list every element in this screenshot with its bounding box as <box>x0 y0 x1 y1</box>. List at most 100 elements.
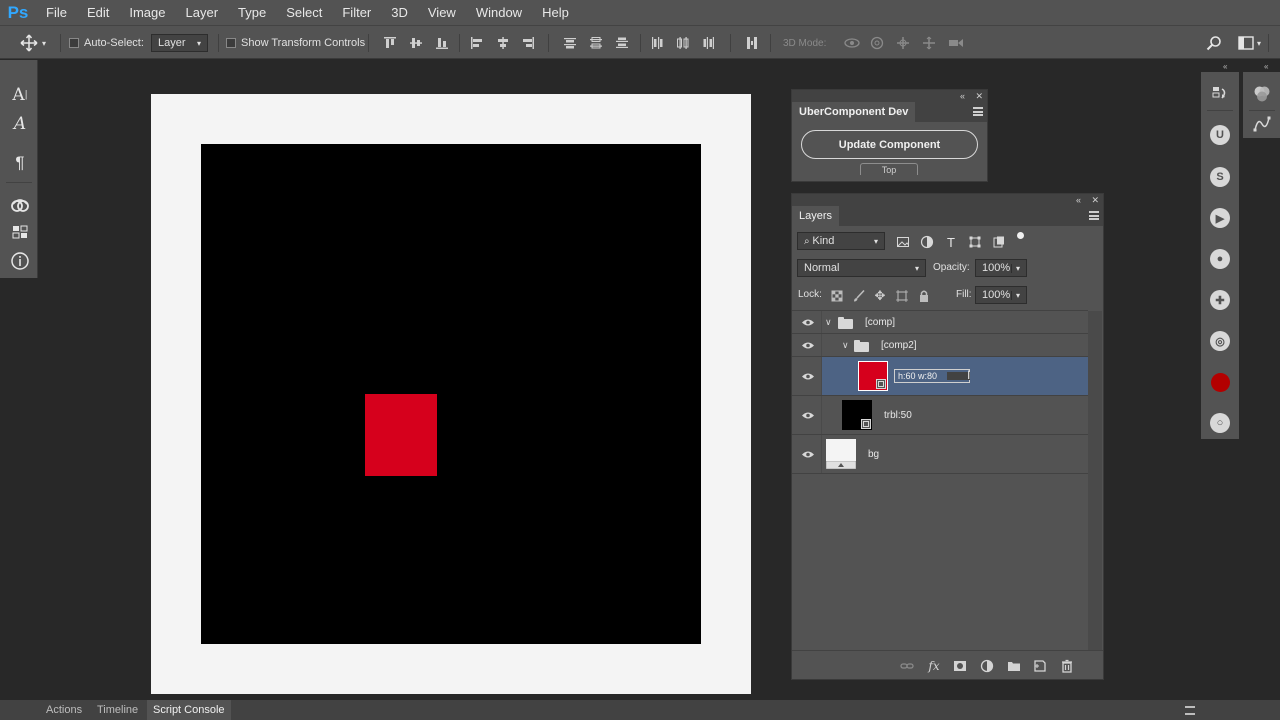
tab-ubercomponent-dev[interactable]: UberComponent Dev <box>792 102 916 122</box>
collapse-dock-icon[interactable]: « <box>1223 62 1227 71</box>
comp-shape-black[interactable] <box>201 144 701 644</box>
menu-help[interactable]: Help <box>532 0 579 25</box>
shape-filter-icon[interactable] <box>968 235 982 249</box>
channels-icon[interactable] <box>1252 84 1272 104</box>
document-canvas[interactable] <box>151 94 751 694</box>
new-layer-icon[interactable] <box>1033 659 1047 673</box>
menu-select[interactable]: Select <box>276 0 332 25</box>
menu-file[interactable]: File <box>36 0 77 25</box>
3d-pan-icon[interactable] <box>896 36 910 50</box>
filter-toggle-icon[interactable] <box>1017 232 1024 239</box>
visibility-toggle[interactable] <box>792 311 822 333</box>
record-icon[interactable] <box>1211 373 1230 392</box>
auto-select-dropdown[interactable]: Layer ▾ <box>151 34 208 52</box>
distribute-left-icon[interactable] <box>650 36 664 50</box>
type-filter-icon[interactable]: T <box>944 235 958 250</box>
update-component-button[interactable]: Update Component <box>801 130 978 159</box>
ubercomponent-icon[interactable]: U <box>1210 125 1230 145</box>
menu-layer[interactable]: Layer <box>176 0 229 25</box>
layer-row-black-shape[interactable]: trbl:50 <box>792 396 1088 435</box>
paragraph-icon[interactable]: ¶ <box>9 152 31 174</box>
3d-orbit-icon[interactable] <box>844 36 860 50</box>
chevron-down-icon[interactable]: ▾ <box>1257 26 1261 60</box>
user-icon[interactable]: ● <box>1210 249 1230 269</box>
distribute-top-icon[interactable] <box>563 36 577 50</box>
script-icon[interactable]: S <box>1210 167 1230 187</box>
visibility-toggle[interactable] <box>792 357 822 395</box>
fill-input[interactable]: 100% ▾ <box>975 286 1027 304</box>
menu-type[interactable]: Type <box>228 0 276 25</box>
new-group-icon[interactable] <box>1007 659 1021 673</box>
auto-select-checkbox[interactable]: Auto-Select: <box>69 26 144 60</box>
visibility-toggle[interactable] <box>792 435 822 473</box>
menu-window[interactable]: Window <box>466 0 532 25</box>
layer-filter-dropdown[interactable]: ⌕ Kind ▾ <box>797 232 885 250</box>
align-right-icon[interactable] <box>521 36 535 50</box>
trash-icon[interactable] <box>1060 659 1074 673</box>
image-filter-icon[interactable] <box>896 235 910 249</box>
auto-align-layers-icon[interactable] <box>745 36 759 50</box>
distribute-right-icon[interactable] <box>702 36 716 50</box>
close-icon[interactable]: ✕ <box>975 90 983 102</box>
layer-name-edit-field[interactable]: h:60 w:80 <box>894 369 970 383</box>
paths-icon[interactable] <box>1252 114 1272 134</box>
3d-slide-icon[interactable] <box>922 36 936 50</box>
distribute-horizontal-center-icon[interactable] <box>676 36 690 50</box>
collapse-dock-icon[interactable]: « <box>1264 62 1268 71</box>
link-layers-icon[interactable] <box>900 659 914 673</box>
menu-view[interactable]: View <box>418 0 466 25</box>
lock-transparent-icon[interactable] <box>830 289 844 303</box>
align-vertical-center-icon[interactable] <box>409 36 423 50</box>
top-option-button[interactable]: Top <box>860 163 918 175</box>
layer-row-red-shape[interactable]: h:60 w:80 I <box>792 357 1088 396</box>
info-icon[interactable] <box>9 250 31 272</box>
align-left-icon[interactable] <box>470 36 484 50</box>
character-panel-icon[interactable]: A | <box>9 84 31 106</box>
layer-row-comp[interactable]: ∨ [comp] <box>792 311 1088 334</box>
blend-mode-dropdown[interactable]: Normal ▾ <box>797 259 926 277</box>
menu-edit[interactable]: Edit <box>77 0 119 25</box>
align-horizontal-center-icon[interactable] <box>496 36 510 50</box>
lock-all-icon[interactable] <box>917 289 931 303</box>
panel-menu-icon[interactable] <box>973 107 983 116</box>
lock-pixels-icon[interactable] <box>852 289 866 303</box>
comp-shape-red[interactable] <box>365 394 437 476</box>
layers-scrollbar[interactable] <box>1088 311 1102 651</box>
close-icon[interactable]: ✕ <box>1091 194 1099 206</box>
smart-object-filter-icon[interactable] <box>992 235 1006 249</box>
expand-chevron-icon[interactable]: ∨ <box>825 317 832 328</box>
fx-icon[interactable]: fx <box>927 659 941 673</box>
expand-chevron-icon[interactable]: ∨ <box>842 340 849 351</box>
workspace-icon[interactable] <box>1238 36 1254 50</box>
menu-3d[interactable]: 3D <box>381 0 418 25</box>
panel-menu-icon[interactable] <box>1089 211 1099 220</box>
character-styles-icon[interactable]: A <box>9 113 31 135</box>
layer-row-comp2[interactable]: ∨ [comp2] <box>792 334 1088 357</box>
component-icon[interactable]: ✚ <box>1210 290 1230 310</box>
libraries-icon[interactable] <box>9 221 31 243</box>
collapse-panel-icon[interactable]: « <box>1076 194 1081 206</box>
tab-script-console[interactable]: Script Console <box>147 700 231 720</box>
history-icon[interactable] <box>1210 84 1230 104</box>
tab-layers[interactable]: Layers <box>792 206 840 226</box>
move-tool-preset[interactable]: ▾ <box>20 26 46 60</box>
opacity-input[interactable]: 100% ▾ <box>975 259 1027 277</box>
lock-artboard-icon[interactable] <box>895 289 909 303</box>
panel-menu-icon[interactable] <box>1185 706 1195 715</box>
creative-cloud-icon[interactable] <box>9 194 31 216</box>
menu-image[interactable]: Image <box>119 0 175 25</box>
play-icon[interactable]: ▶ <box>1210 208 1230 228</box>
target-icon[interactable]: ○ <box>1210 413 1230 433</box>
lock-position-icon[interactable]: ✥ <box>873 288 887 303</box>
distribute-bottom-icon[interactable] <box>615 36 629 50</box>
3d-scale-icon[interactable] <box>948 36 964 50</box>
adjustment-filter-icon[interactable] <box>920 235 934 249</box>
align-top-icon[interactable] <box>383 36 397 50</box>
tab-actions[interactable]: Actions <box>40 700 88 720</box>
3d-roll-icon[interactable] <box>870 36 884 50</box>
distribute-vertical-center-icon[interactable] <box>589 36 603 50</box>
menu-filter[interactable]: Filter <box>332 0 381 25</box>
new-adjustment-layer-icon[interactable] <box>980 659 994 673</box>
layer-row-bg[interactable]: bg <box>792 435 1088 474</box>
tab-timeline[interactable]: Timeline <box>91 700 144 720</box>
